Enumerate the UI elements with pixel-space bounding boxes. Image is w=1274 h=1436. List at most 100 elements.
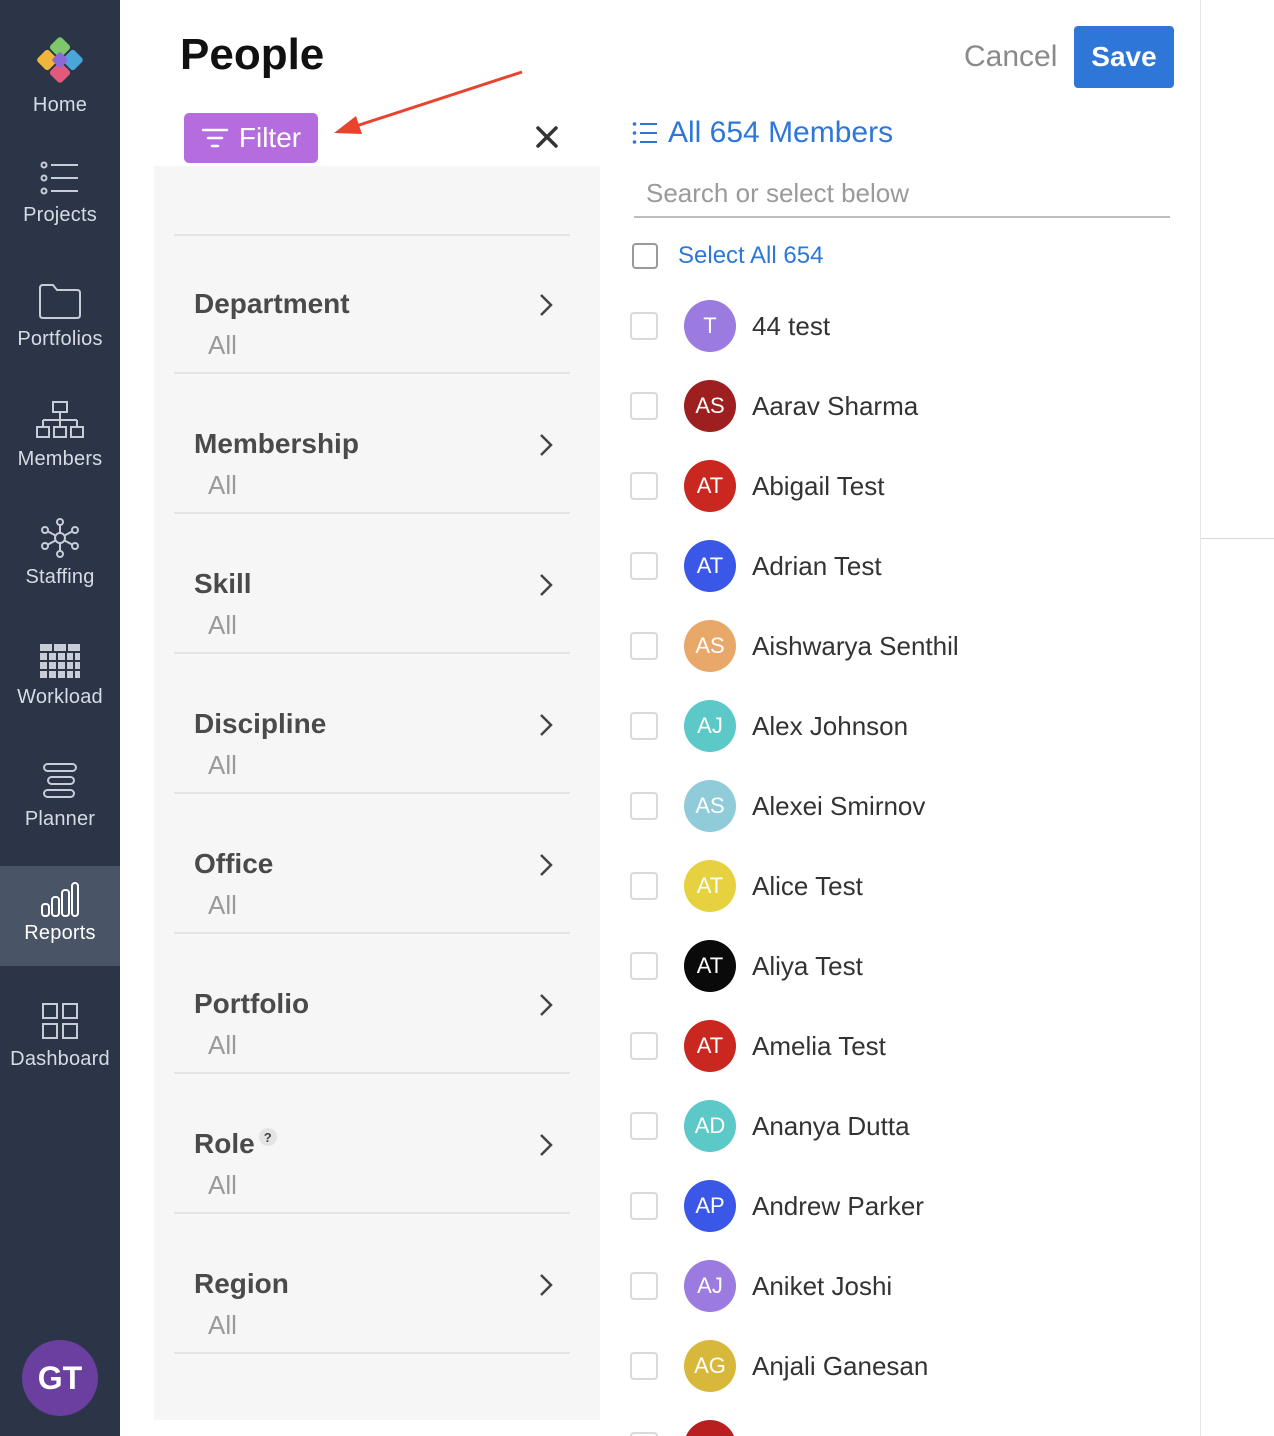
member-checkbox[interactable] (630, 552, 658, 580)
member-checkbox[interactable] (630, 1432, 658, 1436)
sidebar: Home Projects Portfolios Members Staffin… (0, 0, 120, 1436)
divider (174, 792, 570, 794)
list-icon (40, 161, 78, 195)
select-all-row[interactable]: Select All 654 (632, 242, 823, 270)
member-checkbox[interactable] (630, 952, 658, 980)
member-avatar: AT (684, 1020, 736, 1072)
search-input[interactable] (634, 170, 1170, 218)
members-header[interactable]: All 654 Members (632, 116, 893, 150)
select-all-checkbox[interactable] (632, 243, 658, 269)
divider (174, 1072, 570, 1074)
member-row[interactable]: AG Anjali Ganesan (630, 1326, 1190, 1406)
filter-office[interactable]: Office All (154, 848, 600, 988)
filter-name: Discipline (194, 708, 327, 739)
filter-role[interactable]: Role? All (154, 1128, 600, 1268)
select-all-label[interactable]: Select All 654 (678, 242, 823, 270)
folder-icon (39, 284, 81, 319)
member-checkbox[interactable] (630, 792, 658, 820)
member-row[interactable]: AT Adrian Test (630, 526, 1190, 606)
chevron-right-icon (540, 1274, 553, 1296)
help-icon[interactable]: ? (258, 1128, 277, 1146)
filter-region[interactable]: Region All (154, 1268, 600, 1408)
member-row[interactable]: AT Aliya Test (630, 926, 1190, 1006)
member-list: T 44 test AS Aarav Sharma AT Abigail Test A… (630, 286, 1190, 1436)
nav-item-staffing[interactable]: Staffing (0, 518, 120, 589)
member-name: Aniket Joshi (752, 1270, 893, 1301)
member-row[interactable]: AD Ananya Dutta (630, 1086, 1190, 1166)
nav-label: Dashboard (10, 1048, 110, 1070)
nav-item-planner[interactable]: Planner (0, 762, 120, 831)
filter-name: Region (194, 1268, 289, 1299)
member-checkbox[interactable] (630, 1032, 658, 1060)
filter-name: Skill (194, 568, 252, 599)
chevron-right-icon (540, 714, 553, 736)
filter-portfolio[interactable]: Portfolio All (154, 988, 600, 1128)
member-checkbox[interactable] (630, 472, 658, 500)
member-checkbox[interactable] (630, 632, 658, 660)
member-row[interactable]: AP Andrew Parker (630, 1166, 1190, 1246)
member-name: Andrew Parker (752, 1190, 924, 1221)
member-row[interactable]: AS Aishwarya Senthil (630, 606, 1190, 686)
user-avatar[interactable]: GT (22, 1340, 98, 1416)
member-checkbox[interactable] (630, 1352, 658, 1380)
member-row[interactable]: AS Alexei Smirnov (630, 766, 1190, 846)
filter-discipline[interactable]: Discipline All (154, 708, 600, 848)
filter-membership[interactable]: Membership All (154, 428, 600, 568)
member-avatar: AT (684, 460, 736, 512)
member-checkbox[interactable] (630, 712, 658, 740)
nav-item-dashboard[interactable]: Dashboard (0, 1002, 120, 1071)
filter-name: Membership (194, 428, 359, 459)
member-checkbox[interactable] (630, 1272, 658, 1300)
member-row[interactable] (630, 1406, 1190, 1436)
member-avatar: AD (684, 1100, 736, 1152)
member-name: Aliya Test (752, 950, 863, 981)
member-row[interactable]: AT Abigail Test (630, 446, 1190, 526)
member-row[interactable]: AJ Aniket Joshi (630, 1246, 1190, 1326)
member-checkbox[interactable] (630, 1112, 658, 1140)
filter-button[interactable]: Filter (184, 113, 318, 163)
member-checkbox[interactable] (630, 872, 658, 900)
member-name: Amelia Test (752, 1030, 886, 1061)
org-chart-icon (36, 401, 84, 438)
chevron-right-icon (540, 434, 553, 456)
member-name: Aarav Sharma (752, 390, 919, 421)
save-button[interactable]: Save (1074, 26, 1174, 88)
chevron-right-icon (540, 294, 553, 316)
right-background-panel (1200, 0, 1274, 1436)
member-name: Alice Test (752, 870, 863, 901)
dashboard-icon (42, 1003, 78, 1039)
filter-department[interactable]: Department All (154, 288, 600, 428)
nav-item-portfolios[interactable]: Portfolios (0, 282, 120, 351)
filter-value: All (208, 330, 237, 360)
network-icon (41, 518, 79, 558)
planner-icon (43, 763, 77, 798)
nav-item-projects[interactable]: Projects (0, 160, 120, 227)
members-count-label: All 654 Members (668, 116, 894, 149)
divider (174, 372, 570, 374)
nav-item-members[interactable]: Members (0, 400, 120, 471)
list-icon (632, 122, 657, 144)
divider (174, 932, 570, 934)
filter-value: All (208, 1170, 237, 1200)
member-row[interactable]: AT Amelia Test (630, 1006, 1190, 1086)
nav-label: Workload (17, 686, 103, 708)
nav-item-home[interactable]: Home (0, 34, 120, 117)
divider (174, 512, 570, 514)
member-row[interactable]: AT Alice Test (630, 846, 1190, 926)
nav-label: Projects (23, 204, 97, 226)
member-name: Aishwarya Senthil (752, 630, 959, 661)
member-checkbox[interactable] (630, 312, 658, 340)
member-checkbox[interactable] (630, 392, 658, 420)
member-avatar: AS (684, 780, 736, 832)
member-row[interactable]: AJ Alex Johnson (630, 686, 1190, 766)
nav-item-reports[interactable]: Reports (0, 866, 120, 966)
member-row[interactable]: T 44 test (630, 286, 1190, 366)
member-row[interactable]: AS Aarav Sharma (630, 366, 1190, 446)
member-checkbox[interactable] (630, 1192, 658, 1220)
member-avatar: AP (684, 1180, 736, 1232)
filter-skill[interactable]: Skill All (154, 568, 600, 708)
close-icon[interactable] (532, 122, 562, 152)
nav-item-workload[interactable]: Workload (0, 644, 120, 709)
cancel-button[interactable]: Cancel (964, 40, 1057, 74)
logo-icon (37, 37, 83, 83)
